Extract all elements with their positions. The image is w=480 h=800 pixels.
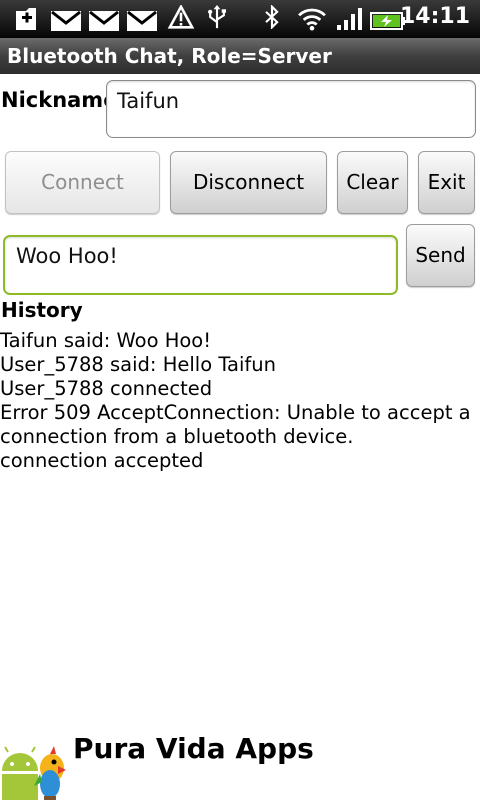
disconnect-button[interactable]: Disconnect	[170, 151, 327, 214]
message-input[interactable]: Woo Hoo!	[3, 235, 398, 295]
nickname-input[interactable]: Taifun	[106, 80, 476, 138]
disconnect-button-label: Disconnect	[192, 170, 305, 194]
brand-name: Pura Vida Apps	[73, 732, 314, 765]
mail-icon	[89, 10, 119, 31]
exit-button-label: Exit	[427, 170, 466, 194]
app-title-bar: Bluetooth Chat, Role=Server	[0, 38, 480, 74]
history-list: Taifun said: Woo Hoo! User_5788 said: He…	[0, 329, 480, 473]
connect-button[interactable]: Connect	[5, 151, 160, 214]
mail-icon	[127, 10, 157, 31]
app-title: Bluetooth Chat, Role=Server	[7, 44, 332, 68]
wifi-icon	[298, 8, 326, 31]
bluetooth-icon	[265, 5, 279, 29]
android-mascot-logo	[2, 746, 66, 800]
history-entry: User_5788 said: Hello Taifun	[0, 353, 276, 376]
nickname-label: Nickname	[1, 88, 118, 112]
signal-icon	[337, 8, 362, 30]
send-button-label: Send	[415, 243, 466, 267]
exit-button[interactable]: Exit	[418, 151, 475, 214]
usb-icon	[208, 5, 226, 29]
warning-icon	[167, 5, 195, 29]
send-button[interactable]: Send	[406, 224, 475, 287]
history-entry: connection from a bluetooth device.	[0, 425, 354, 448]
history-entry: User_5788 connected	[0, 377, 213, 400]
history-entry: Taifun said: Woo Hoo!	[0, 329, 212, 352]
mail-icon	[51, 10, 81, 31]
nickname-value: Taifun	[117, 89, 180, 113]
history-entry: connection accepted	[0, 449, 204, 472]
history-label: History	[1, 298, 83, 322]
history-entry: Error 509 AcceptConnection: Unable to ac…	[0, 401, 471, 424]
status-bar: 14:11	[0, 0, 480, 38]
connect-button-label: Connect	[41, 170, 124, 194]
add-icon	[16, 8, 36, 30]
clear-button-label: Clear	[346, 170, 399, 194]
status-clock: 14:11	[399, 4, 470, 29]
message-value: Woo Hoo!	[16, 244, 118, 268]
clear-button[interactable]: Clear	[337, 151, 408, 214]
